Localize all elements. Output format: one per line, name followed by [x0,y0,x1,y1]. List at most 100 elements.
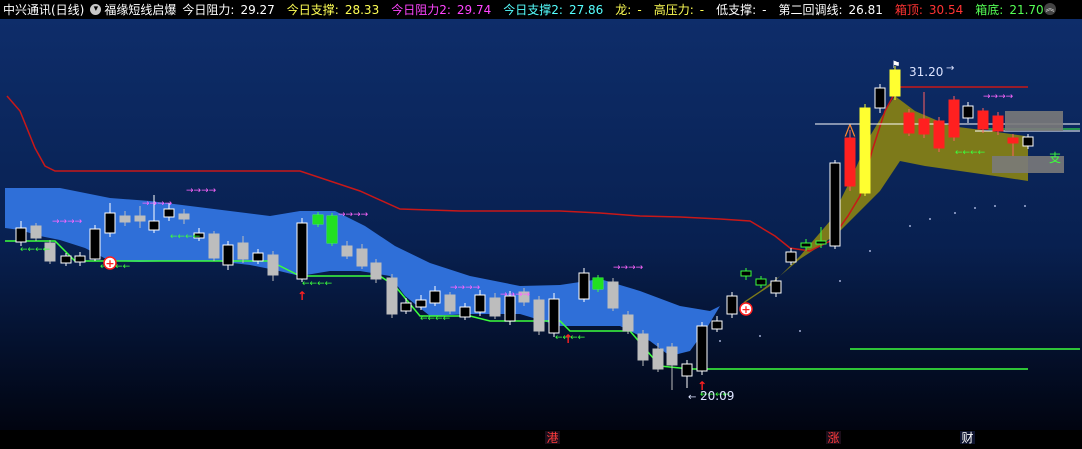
value-9: 箱顶: 30.54 [894,3,964,17]
resistance-zone [1005,111,1063,131]
candle[interactable] [148,220,160,231]
candle[interactable] [134,215,146,222]
candle[interactable] [208,233,220,259]
candle[interactable] [60,255,72,264]
arrow-annotation: ←←←← [170,232,201,242]
arrow-annotation: →→→→ [52,217,83,227]
candle[interactable] [104,212,116,234]
candle[interactable] [815,240,827,245]
candle[interactable] [740,270,752,277]
candle[interactable] [622,314,634,332]
candle[interactable] [444,294,456,312]
candle[interactable] [755,278,767,286]
arrow-annotation: ←←←← [420,314,451,324]
value-8: 第二回调线: 26.81 [778,3,883,17]
event-marker-finance[interactable]: 财 [960,431,975,445]
candle[interactable] [548,298,560,334]
candle[interactable] [726,295,738,315]
arrow-annotation: →→→→ [500,290,531,300]
candle[interactable] [429,290,441,304]
stock-name[interactable]: 中兴通讯(日线) [3,1,84,18]
candle[interactable] [119,215,131,223]
candle[interactable] [267,254,279,276]
candle[interactable] [785,251,797,263]
candle[interactable] [652,348,664,370]
candle[interactable] [15,227,27,243]
support-zone-label: 支 [1049,151,1061,165]
candle[interactable] [1022,136,1034,147]
value-6: 高压力: - [653,3,705,17]
candle[interactable] [370,262,382,280]
value-7: 低支撑: - [716,3,767,17]
candle[interactable] [1007,137,1019,144]
candle[interactable] [89,228,101,260]
candle[interactable] [770,280,782,294]
candle[interactable] [400,302,412,312]
candle[interactable] [356,248,368,267]
candle[interactable] [829,162,841,247]
candle[interactable] [933,120,945,149]
candle[interactable] [977,110,989,130]
value-3: 今日阻力2: 29.74 [391,3,492,17]
candle[interactable] [962,105,974,119]
candle[interactable] [607,281,619,309]
candle[interactable] [800,242,812,248]
indicator-header: 中兴通讯(日线) ▾ 福缘短线启爆 今日阻力: 29.27 今日支撑: 28.33 … [0,0,1082,19]
value-5: 龙: - [615,3,642,17]
candle[interactable] [237,242,249,260]
candle[interactable] [711,320,723,330]
low-price-label: 20.09 [700,389,734,403]
arrow-annotation: →→→→ [142,199,173,209]
candle[interactable] [459,306,471,318]
candle[interactable] [948,99,960,138]
candle[interactable] [415,299,427,308]
price-chart[interactable]: 支 →→→→→→→→→→→→→→→→→→→→→→→→→→→→→→→→←←←←←←… [0,0,1082,449]
value-4: 今日支撑2: 27.86 [503,3,604,17]
candle[interactable] [222,244,234,266]
indicator-name[interactable]: 福缘短线启爆 [104,1,176,18]
candle[interactable] [533,299,545,332]
candle[interactable] [874,87,886,109]
candle[interactable] [859,107,871,194]
bottom-strip [0,444,1082,449]
candle[interactable] [30,225,42,239]
value-1: 今日阻力: 29.27 [182,3,275,17]
candle[interactable] [681,363,693,377]
candle[interactable] [296,222,308,280]
event-marker-hk[interactable]: 港 [545,431,560,445]
candle[interactable] [666,346,678,366]
arrow-annotation: →→→→ [983,92,1014,102]
low-price-arrow: ← [688,392,696,403]
arrow-annotation: ←←←← [302,279,333,289]
candle[interactable] [918,118,930,135]
candle[interactable] [252,252,264,262]
double-chevron-up-icon[interactable]: ︽ [1044,3,1056,15]
indicator-menu-icon[interactable]: ▾ [90,4,102,15]
candle[interactable] [637,333,649,361]
arrow-annotation: →→→→ [186,186,217,196]
high-flag-icon: ⚑ [892,60,901,71]
candle[interactable] [696,325,708,372]
candle[interactable] [474,294,486,313]
candle[interactable] [178,213,190,220]
candle[interactable] [578,272,590,300]
arrow-annotation: →→→→ [338,210,369,220]
candle[interactable] [844,137,856,187]
candle-fill [593,278,603,289]
candle[interactable] [74,255,86,263]
candle[interactable] [903,112,915,134]
candle[interactable] [341,245,353,257]
value-2: 今日支撑: 28.33 [286,3,380,17]
chart-window: 支 →→→→ →→→→ →→→→ →→→→ →→→→ →→→→ →→→→ →→→→ ←←←← ←←… [0,0,1082,449]
candle[interactable] [386,277,398,315]
arrow-annotation: →→→→ [450,283,481,293]
candle[interactable] [163,208,175,218]
candle[interactable] [992,115,1004,132]
high-price-arrow: → [946,63,954,74]
candle-fill [313,215,323,224]
candle-fill [327,216,337,243]
arrow-annotation: →→→→ [613,263,644,273]
event-marker-rise[interactable]: 涨 [826,431,841,445]
candle[interactable] [489,297,501,317]
candle[interactable] [889,69,901,97]
